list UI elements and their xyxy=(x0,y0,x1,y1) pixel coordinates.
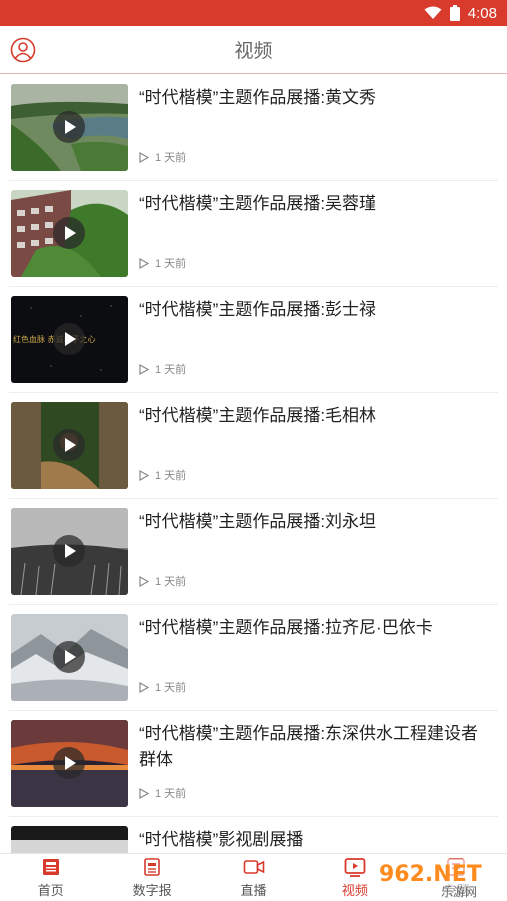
play-outline-icon xyxy=(139,151,149,163)
video-list[interactable]: “时代楷模”主题作品展播:黄文秀 1 天前 “时代楷模”主题作品展播:吴蓉瑾 1… xyxy=(0,75,507,853)
video-thumbnail[interactable]: 红色血脉 赤诚赤子之心 xyxy=(11,296,128,383)
video-meta: 1 天前 xyxy=(139,255,186,271)
video-thumbnail[interactable] xyxy=(11,720,128,807)
video-item[interactable]: “时代楷模”主题作品展播:拉齐尼·巴依卡 1 天前 xyxy=(9,605,498,711)
play-icon xyxy=(53,747,85,779)
video-item[interactable]: “时代楷模”主题作品展播:吴蓉瑾 1 天前 xyxy=(9,181,498,287)
video-title: “时代楷模”主题作品展播:拉齐尼·巴依卡 xyxy=(139,618,433,637)
user-profile-icon[interactable] xyxy=(10,37,36,63)
play-icon xyxy=(53,641,85,673)
video-item[interactable]: 红色血脉 赤诚赤子之心 “时代楷模”主题作品展播:彭士禄 1 天前 xyxy=(9,287,498,393)
tab-digital-paper[interactable]: 数字报 xyxy=(101,854,202,901)
video-time: 1 天前 xyxy=(155,576,187,588)
tab-label: 数字报 xyxy=(132,882,172,898)
video-item[interactable]: “时代楷模”主题作品展播:黄文秀 1 天前 xyxy=(9,75,498,181)
video-title: “时代楷模”影视剧展播 xyxy=(139,830,304,849)
play-icon xyxy=(53,535,85,567)
video-thumbnail[interactable] xyxy=(11,826,128,853)
svg-text:乐游网: 乐游网 xyxy=(441,885,477,899)
video-time: 1 天前 xyxy=(155,152,187,164)
video-time: 1 天前 xyxy=(155,258,187,270)
play-icon xyxy=(53,217,85,249)
play-outline-icon xyxy=(139,257,149,269)
video-play-icon xyxy=(344,857,366,877)
video-title: “时代楷模”主题作品展播:吴蓉瑾 xyxy=(139,194,377,213)
video-item[interactable]: “时代楷模”主题作品展播:刘永坦 1 天前 xyxy=(9,499,498,605)
tab-live[interactable]: 直播 xyxy=(203,854,304,901)
play-icon xyxy=(53,111,85,143)
tab-label: 首页 xyxy=(37,882,64,898)
video-meta: 1 天前 xyxy=(139,149,186,165)
tab-home[interactable]: 首页 xyxy=(0,854,101,901)
play-icon xyxy=(53,323,85,355)
video-title: “时代楷模”主题作品展播:毛相林 xyxy=(139,406,377,425)
newspaper-icon xyxy=(42,858,59,875)
svg-text:962.NET: 962.NET xyxy=(379,862,482,887)
play-outline-icon xyxy=(139,681,149,693)
video-item[interactable]: “时代楷模”影视剧展播 xyxy=(9,817,498,853)
video-meta: 1 天前 xyxy=(139,361,186,377)
video-time: 1 天前 xyxy=(155,364,187,376)
video-title: “时代楷模”主题作品展播:彭士禄 xyxy=(139,300,377,319)
video-item[interactable]: “时代楷模”主题作品展播:毛相林 1 天前 xyxy=(9,393,498,499)
app-header: 视频 xyxy=(0,26,507,74)
digital-paper-icon xyxy=(144,857,160,876)
video-meta: 1 天前 xyxy=(139,679,186,695)
tab-label: 直播 xyxy=(240,882,267,898)
video-thumbnail[interactable] xyxy=(11,508,128,595)
status-bar: 4:08 xyxy=(0,0,507,26)
play-outline-icon xyxy=(139,787,149,799)
site-watermark-logo: 962.NET 乐游网 xyxy=(371,859,505,899)
video-thumbnail[interactable] xyxy=(11,402,128,489)
video-title: “时代楷模”主题作品展播:刘永坦 xyxy=(139,512,377,531)
video-meta: 1 天前 xyxy=(139,573,186,589)
wifi-icon xyxy=(424,6,442,19)
video-meta: 1 天前 xyxy=(139,467,186,483)
video-time: 1 天前 xyxy=(155,470,187,482)
video-title: “时代楷模”主题作品展播:黄文秀 xyxy=(139,88,377,107)
video-title: “时代楷模”主题作品展播:东深供水工程建设者群体 xyxy=(139,724,479,769)
video-meta: 1 天前 xyxy=(139,785,186,801)
video-thumbnail[interactable] xyxy=(11,84,128,171)
page-title: 视频 xyxy=(234,41,273,62)
status-time: 4:08 xyxy=(467,4,497,22)
video-thumbnail[interactable] xyxy=(11,190,128,277)
video-time: 1 天前 xyxy=(155,682,187,694)
tab-label: 视频 xyxy=(341,882,368,898)
play-outline-icon xyxy=(139,575,149,587)
battery-icon xyxy=(449,5,460,21)
play-outline-icon xyxy=(139,469,149,481)
play-outline-icon xyxy=(139,363,149,375)
video-time: 1 天前 xyxy=(155,788,187,800)
play-icon xyxy=(53,429,85,461)
camera-icon xyxy=(243,859,264,874)
video-item[interactable]: “时代楷模”主题作品展播:东深供水工程建设者群体 1 天前 xyxy=(9,711,498,817)
video-thumbnail[interactable] xyxy=(11,614,128,701)
